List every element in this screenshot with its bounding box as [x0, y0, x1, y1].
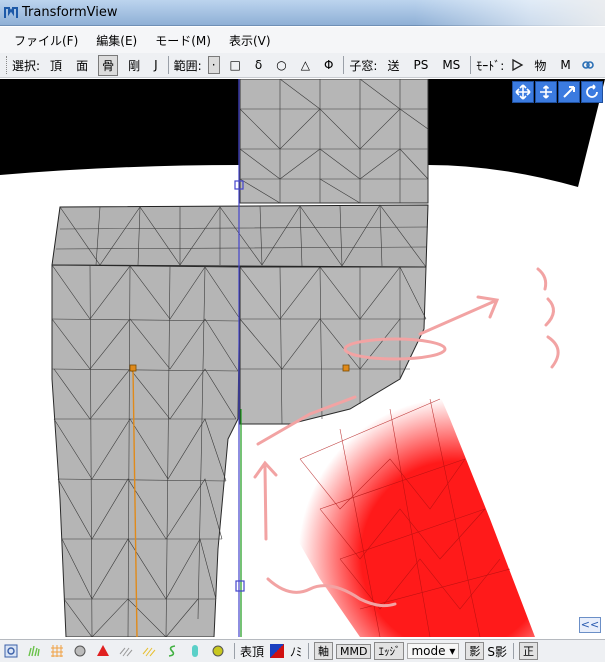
bone-joint-marker: [342, 364, 350, 372]
texture-icon[interactable]: [50, 644, 64, 658]
self-shadow-toggle[interactable]: S影: [487, 643, 507, 660]
mode-m-button[interactable]: M: [556, 56, 574, 74]
mode-dropdown[interactable]: mode ▾: [407, 643, 460, 659]
select-bone-button[interactable]: 骨: [98, 54, 119, 76]
range-rect-button[interactable]: □: [226, 56, 245, 74]
child-send-button[interactable]: 送: [383, 55, 403, 76]
child-window-label: 子窓:: [349, 58, 378, 73]
zoom-icon[interactable]: [558, 81, 580, 103]
link-icon[interactable]: [581, 58, 595, 72]
dotted-ball-icon[interactable]: [211, 644, 225, 658]
select-face-button[interactable]: 面: [72, 55, 92, 76]
vertex-view-icon[interactable]: [4, 644, 18, 658]
range-point-button[interactable]: ·: [207, 56, 220, 74]
play-icon[interactable]: [510, 58, 524, 72]
mode-label: ﾓｰﾄﾞ:: [476, 58, 505, 73]
menu-view[interactable]: 表示(V): [229, 32, 271, 49]
select-rigid-button[interactable]: 剛: [124, 55, 144, 76]
menu-mode[interactable]: モード(M): [155, 32, 211, 49]
menu-bar: ファイル(F) 編集(E) モード(M) 表示(V): [0, 27, 605, 53]
scene-canvas: [0, 79, 605, 637]
waist-band-mesh: [51, 204, 429, 268]
bone-joint-marker: [129, 364, 137, 372]
s-shape-icon[interactable]: [165, 644, 179, 658]
collapse-panel-button[interactable]: <<: [579, 617, 601, 633]
nomi-label[interactable]: ﾉﾐ: [290, 643, 302, 660]
axis-toggle[interactable]: 軸: [314, 642, 334, 660]
edge-toggle[interactable]: ｴｯｼﾞ: [374, 642, 405, 660]
window-title: TransformView: [22, 5, 118, 20]
app-icon: [4, 7, 18, 18]
range-circle-button[interactable]: ○: [272, 56, 290, 74]
move-icon[interactable]: [535, 81, 557, 103]
shadow-toggle[interactable]: 影: [465, 642, 485, 660]
grass-icon[interactable]: [27, 644, 41, 658]
move-all-icon[interactable]: [512, 81, 534, 103]
range-phi-button[interactable]: Φ: [320, 56, 337, 74]
toolbar: 選択: 頂 面 骨 剛 J 範囲: · □ δ ○ △ Φ 子窓: 送 PS M…: [0, 53, 605, 78]
proper-toggle[interactable]: 正: [518, 642, 538, 660]
color-swatch[interactable]: [270, 644, 285, 658]
lines-icon[interactable]: [119, 644, 133, 658]
menu-edit[interactable]: 編集(E): [96, 32, 137, 49]
child-ps-button[interactable]: PS: [409, 56, 432, 74]
range-triangle-button[interactable]: △: [297, 56, 314, 74]
range-label: 範囲:: [173, 58, 202, 73]
mode-physics-button[interactable]: 物: [530, 55, 550, 76]
camera-toolbar: [512, 81, 603, 103]
sphere-icon[interactable]: [73, 644, 87, 658]
triangle-icon[interactable]: [96, 644, 110, 658]
child-ms-button[interactable]: MS: [438, 56, 464, 74]
vertex-display-label[interactable]: 表頂: [240, 643, 264, 660]
title-bar: TransformView: [0, 0, 605, 26]
rotate-icon[interactable]: [581, 81, 603, 103]
select-joint-button[interactable]: J: [150, 56, 162, 74]
capsule-icon[interactable]: [188, 644, 202, 658]
yellow-lines-icon[interactable]: [142, 644, 156, 658]
mmd-toggle[interactable]: MMD: [336, 643, 372, 659]
select-vertex-button[interactable]: 頂: [46, 55, 66, 76]
range-delta-button[interactable]: δ: [251, 56, 266, 74]
select-label: 選択:: [12, 58, 41, 73]
bone-joint-marker: [235, 580, 245, 592]
menu-file[interactable]: ファイル(F): [14, 32, 78, 49]
status-bar: 表頂 ﾉﾐ 軸 MMD ｴｯｼﾞ mode ▾ 影 S影 正: [0, 639, 605, 662]
3d-viewport[interactable]: <<: [0, 79, 605, 637]
mode-dropdown-value: mode: [411, 644, 446, 658]
